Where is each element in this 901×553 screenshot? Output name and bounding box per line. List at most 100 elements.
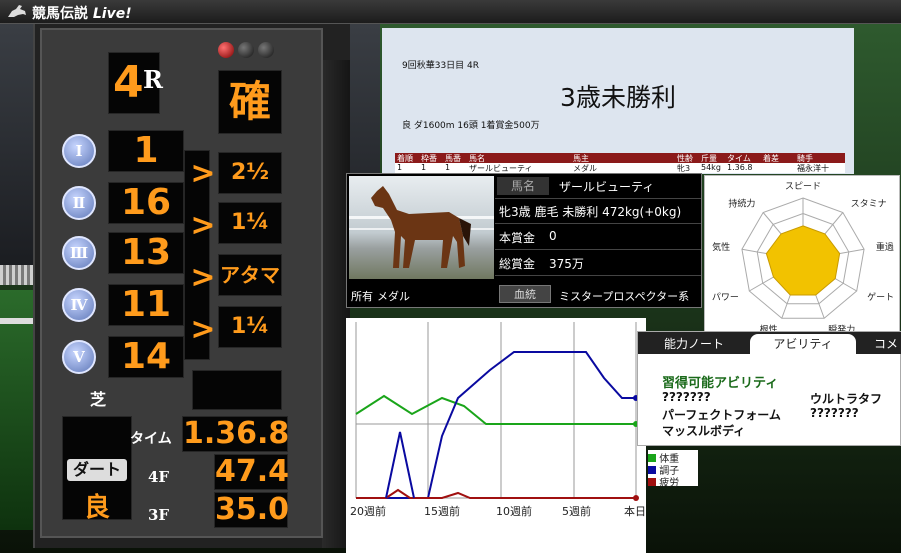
window-title-bar: 競馬伝説 Live! <box>0 0 901 24</box>
race-time: 1.36.8 <box>183 416 290 451</box>
legend-item: 体重 <box>648 450 698 465</box>
table-cell: ザールビューティ <box>469 164 533 173</box>
place-4-cell: 11 <box>108 284 184 326</box>
ability-item[interactable]: ??????? <box>810 406 859 420</box>
legend-label: 疲労 <box>659 478 680 489</box>
owner-label: 所有 <box>351 290 373 303</box>
ability-item[interactable]: ウルトラタフ <box>810 390 882 407</box>
place-1-cell: 1 <box>108 130 184 172</box>
indicator-lamp-red <box>218 42 234 58</box>
radar-svg: スピードスタミナ重過ゲート瞬発力根性パワー気性持続力 <box>712 181 894 336</box>
surface-turf: 芝 <box>90 390 107 409</box>
race-details: 良 ダ1600m 16頭 1着賞金500万 <box>402 121 540 131</box>
legend-swatch <box>648 454 656 462</box>
table-row[interactable]: 1 1 1 ザールビューティ メダル 牝3 54kg 1.36.8 福永洋十 <box>395 163 845 173</box>
status-cell: 確 <box>218 70 282 134</box>
table-cell: 1 <box>421 163 427 172</box>
table-cell: 1.36.8 <box>727 163 753 172</box>
fatigue-end-marker <box>633 495 639 501</box>
graph-legend: 体重 調子 疲労 <box>648 450 698 489</box>
horse-info-panel: 馬名 ザールビューティ 牝3歳 鹿毛 未勝利 472kg(+0kg) 本賞金 0… <box>346 173 702 308</box>
result-table: 着順 枠番 馬番 馬名 馬主 性齢 斤量 タイム 着差 騎手 1 1 1 ザール… <box>395 153 845 175</box>
ability-tabs: 能力ノート アビリティ コメ <box>638 332 901 354</box>
place-2-horse: 16 <box>120 182 172 223</box>
owner-name: メダル <box>377 290 410 303</box>
radar-axis-label: 持続力 <box>728 197 755 209</box>
race-result-document: 9回秋華33日目 4R 3歳未勝利 良 ダ1600m 16頭 1着賞金500万 … <box>382 28 854 174</box>
radar-axis-label: スタミナ <box>851 198 887 209</box>
condition-graph: 20週前 15週前 10週前 5週前 本日 <box>346 318 646 553</box>
margin-2: 1¼ <box>230 210 270 235</box>
place-4-badge: Ⅳ <box>62 288 96 322</box>
radar-axis-label: 気性 <box>712 241 730 253</box>
radar-axis-label: パワー <box>712 292 739 303</box>
horse-total-row: 総賞金 375万 <box>495 251 701 276</box>
column-header: 騎手 <box>797 154 813 163</box>
tab-abilities[interactable]: アビリティ <box>750 334 856 354</box>
ability-item[interactable]: パーフェクトフォーム <box>662 406 781 423</box>
owner-row: 所有 メダル 血統 ミスタープロスペクター系 <box>347 282 701 308</box>
ability-item[interactable]: ??????? <box>662 390 711 404</box>
margin-separator-1: > <box>190 156 216 191</box>
result-table-header: 着順 枠番 馬番 馬名 馬主 性齢 斤量 タイム 着差 騎手 <box>395 153 845 163</box>
place-5-badge: Ⅴ <box>62 340 96 374</box>
total-prize-label: 総賞金 <box>499 257 536 271</box>
table-cell: 1 <box>445 163 451 172</box>
x-tick-label: 10週前 <box>496 505 532 518</box>
legend-item: 調子 <box>648 462 698 477</box>
margin-separator-2: > <box>190 208 216 243</box>
f3-cell: 35.0 <box>214 492 289 528</box>
race-suffix: R <box>143 65 163 94</box>
last-4f-time: 47.4 <box>215 454 290 489</box>
blank-cell <box>192 370 282 410</box>
horse-name-row: 馬名 ザールビューティ <box>495 174 701 199</box>
app-title-suffix: Live! <box>92 6 132 22</box>
x-tick-label: 20週前 <box>350 505 386 518</box>
margin-4: 1¼ <box>230 314 270 339</box>
horse-name-label: 馬名 <box>497 177 549 195</box>
table-cell <box>761 163 795 173</box>
spike-line <box>385 431 415 499</box>
legend-swatch <box>648 478 656 486</box>
column-header: 馬主 <box>573 154 589 163</box>
radar-axis-label: ゲート <box>867 291 894 303</box>
horse-name: ザールビューティ <box>559 180 655 194</box>
table-cell: 1 <box>397 163 403 172</box>
results-board: 4 R 確 Ⅰ 1 Ⅱ 16 Ⅲ 13 Ⅳ 11 Ⅴ 14 > > > > 2½… <box>40 28 323 538</box>
window-title: 競馬伝説 Live! <box>32 3 132 23</box>
ability-item[interactable]: マッスルボディ <box>662 422 745 439</box>
column-header: 性齢 <box>677 154 693 163</box>
weight-series-line <box>355 394 636 425</box>
f3-label: 3F <box>148 506 170 524</box>
place-1-horse: 1 <box>133 130 159 171</box>
bloodline-button[interactable]: 血統 <box>499 285 551 303</box>
place-5-horse: 14 <box>120 336 172 377</box>
tab-comment[interactable]: コメ <box>866 334 901 354</box>
column-header: 馬名 <box>469 154 485 163</box>
tab-ability-note[interactable]: 能力ノート <box>648 334 740 354</box>
place-5-cell: 14 <box>108 336 184 378</box>
place-4-horse: 11 <box>120 284 172 325</box>
surface-dirt-label: ダート <box>67 459 127 481</box>
condition-cell: ダート 良 <box>62 416 132 523</box>
radar-axis-label: 重過 <box>876 241 894 253</box>
horse-prize-row: 本賞金 0 <box>495 225 701 250</box>
table-cell: 牝3 <box>677 164 691 173</box>
column-header: 馬番 <box>445 154 461 163</box>
margin-1: 2½ <box>230 160 270 185</box>
place-3-cell: 13 <box>108 232 184 274</box>
table-cell: 54kg <box>701 163 721 172</box>
f4-label: 4F <box>148 468 170 486</box>
prize-label: 本賞金 <box>499 231 536 245</box>
place-3-badge: Ⅲ <box>62 236 96 270</box>
margin-2-cell: 1¼ <box>218 202 282 244</box>
confirmed-status: 確 <box>228 77 271 126</box>
place-2-cell: 16 <box>108 182 184 224</box>
x-tick-label: 15週前 <box>424 505 460 518</box>
radar-axis-label: スピード <box>785 181 821 192</box>
radar-value-area <box>765 225 841 296</box>
ability-radar-chart: スピードスタミナ重過ゲート瞬発力根性パワー気性持続力 <box>704 175 900 336</box>
column-header: 着順 <box>397 154 413 163</box>
sire-line: ミスタープロスペクター系 <box>559 290 690 303</box>
table-cell: 福永洋十 <box>797 164 829 173</box>
